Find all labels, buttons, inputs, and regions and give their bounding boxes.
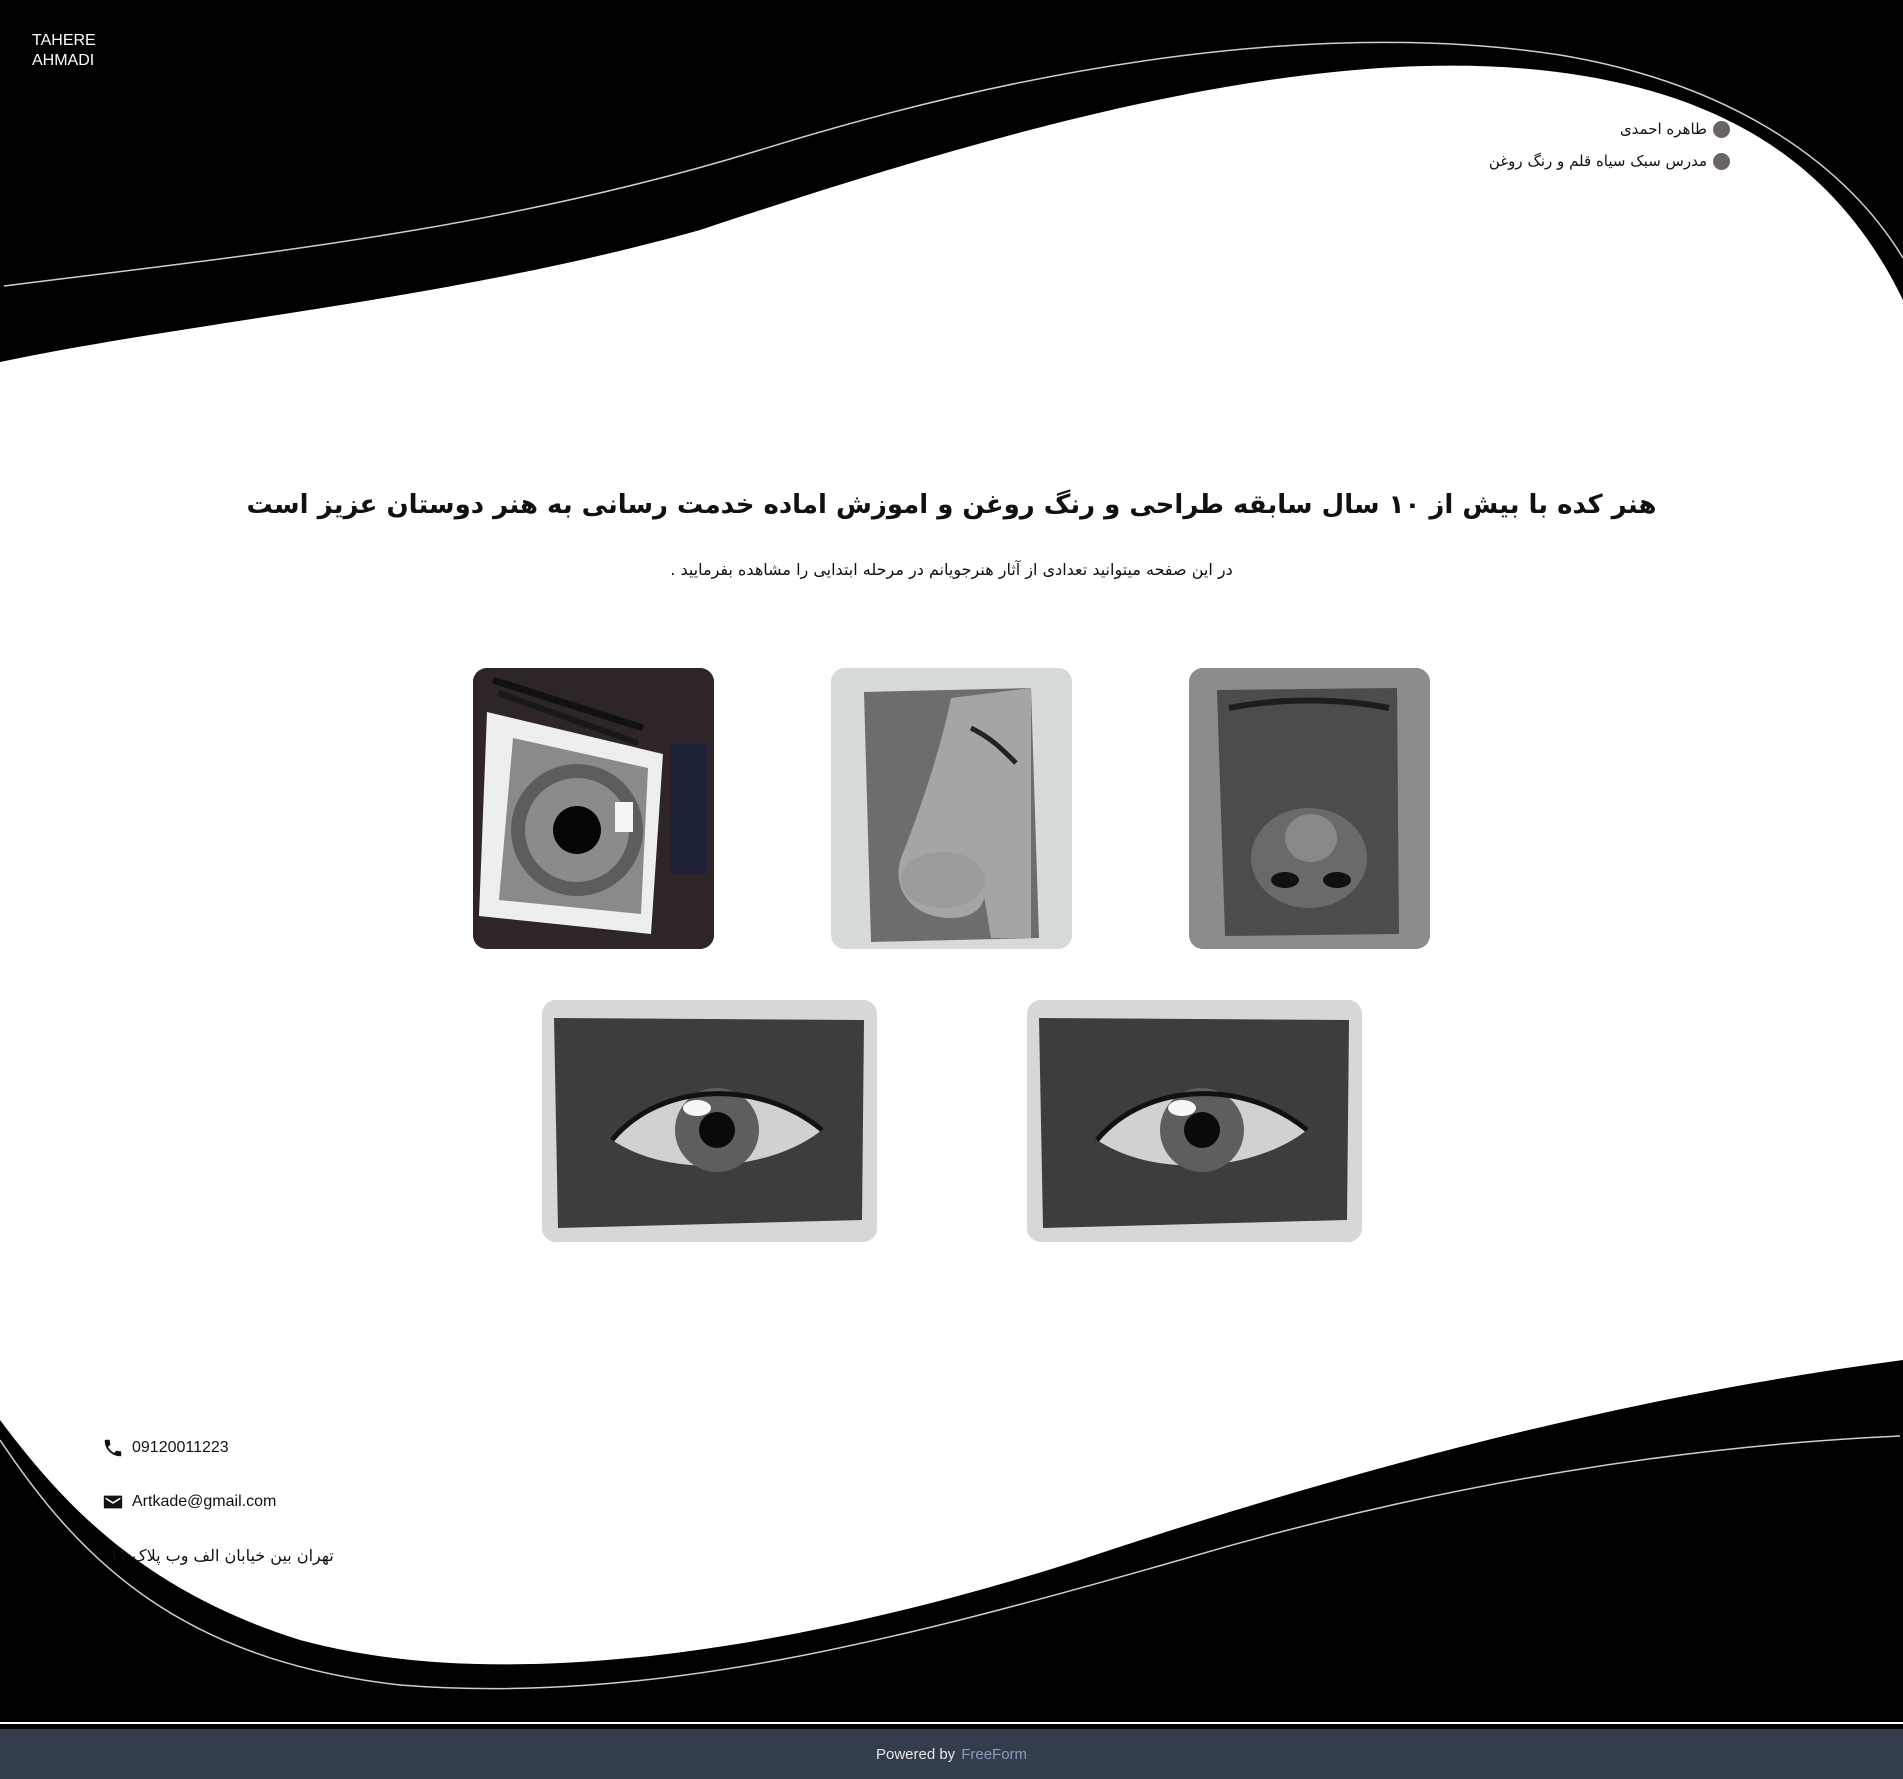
page-subline: در این صفحه میتوانید تعدادی از آثار هنرج…: [670, 560, 1233, 579]
eye-iris-drawing-image: [473, 668, 714, 949]
top-info: طاهره احمدی مدرس سبک سیاه قلم و رنگ روغن: [1489, 113, 1730, 177]
name-row: طاهره احمدی: [1489, 113, 1730, 145]
teacher-name: طاهره احمدی: [1619, 120, 1707, 138]
role-row: مدرس سبک سیاه قلم و رنگ روغن: [1489, 145, 1730, 177]
page-headline: هنر کده با بیش از ۱۰ سال سابقه طراحی و ر…: [246, 490, 1657, 520]
brand-line-1: TAHERE: [32, 32, 96, 49]
brand-logo[interactable]: TAHERE AHMADI: [32, 31, 96, 71]
eye-closeup-drawing-image: [1027, 1000, 1362, 1242]
contact-address: تهران بین خیابان الف وب پلاک ۱۱: [110, 1546, 334, 1565]
nose-front-drawing-image: [1189, 668, 1430, 949]
gallery-image-4[interactable]: [542, 1000, 877, 1242]
footer-freeform-link[interactable]: FreeForm: [961, 1746, 1027, 1763]
footer-powered-by: Powered by: [875, 1745, 956, 1763]
email-address: Artkade@gmail.com: [132, 1493, 277, 1510]
gallery-image-1[interactable]: [473, 668, 714, 949]
footer: Powered by FreeForm: [0, 1729, 1903, 1779]
brand-line-2: AHMADI: [32, 52, 95, 69]
gallery-image-5[interactable]: [1027, 1000, 1362, 1242]
gallery-image-2[interactable]: [831, 668, 1072, 949]
contact-email[interactable]: Artkade@gmail.com: [102, 1491, 276, 1513]
bullet-icon: [1713, 152, 1730, 170]
mail-icon: [103, 1495, 123, 1509]
gallery-image-3[interactable]: [1189, 668, 1430, 949]
teacher-role: مدرس سبک سیاه قلم و رنگ روغن: [1488, 152, 1707, 170]
phone-icon: [104, 1439, 122, 1457]
eye-closeup-drawing-image: [542, 1000, 877, 1242]
page: TAHERE AHMADI طاهره احمدی مدرس سبک سیاه …: [0, 0, 1903, 1779]
nose-profile-drawing-image: [831, 668, 1072, 949]
phone-number: 09120011223: [132, 1439, 229, 1456]
contact-phone[interactable]: 09120011223: [102, 1437, 229, 1459]
bullet-icon: [1713, 120, 1730, 138]
